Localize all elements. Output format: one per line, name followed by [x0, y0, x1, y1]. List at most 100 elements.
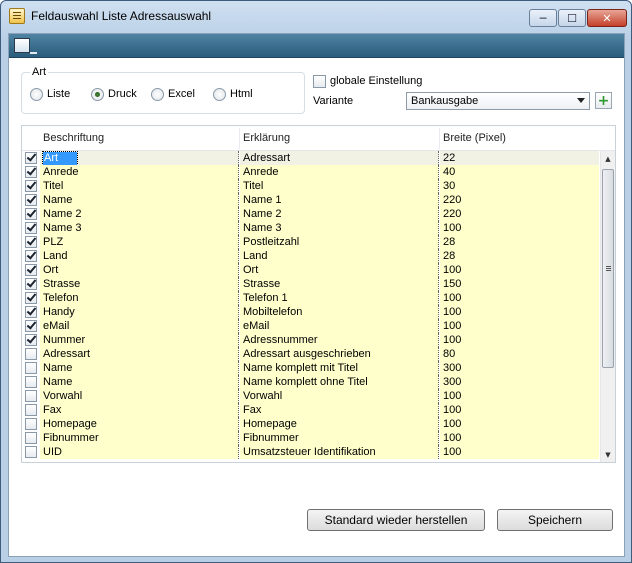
row-checkbox[interactable]: [25, 320, 37, 332]
cell-breite[interactable]: 150: [440, 277, 599, 291]
scroll-thumb[interactable]: [602, 169, 614, 368]
chevron-down-icon[interactable]: [577, 98, 585, 103]
radio-excel[interactable]: Excel: [151, 87, 195, 101]
table-row[interactable]: Land Land 28: [22, 249, 599, 263]
cell-breite[interactable]: 100: [440, 389, 599, 403]
cell-beschriftung[interactable]: eMail: [40, 319, 239, 333]
cell-beschriftung[interactable]: Name: [40, 361, 239, 375]
add-variante-button[interactable]: +: [595, 92, 612, 109]
cell-erklaerung[interactable]: Telefon 1: [240, 291, 439, 305]
cell-breite[interactable]: 100: [440, 319, 599, 333]
row-checkbox[interactable]: [25, 376, 37, 388]
cell-beschriftung[interactable]: Name 3: [40, 221, 239, 235]
cell-erklaerung[interactable]: Anrede: [240, 165, 439, 179]
cell-breite[interactable]: 300: [440, 361, 599, 375]
cell-breite[interactable]: 100: [440, 263, 599, 277]
cell-erklaerung[interactable]: Name 3: [240, 221, 439, 235]
cell-beschriftung[interactable]: Name: [40, 375, 239, 389]
table-row[interactable]: Homepage Homepage 100: [22, 417, 599, 431]
cell-beschriftung[interactable]: Fax: [40, 403, 239, 417]
radio-html-indicator[interactable]: [213, 87, 226, 101]
cell-erklaerung[interactable]: Name komplett ohne Titel: [240, 375, 439, 389]
vertical-scrollbar[interactable]: ▲ ▼: [600, 151, 615, 462]
table-row[interactable]: Fibnummer Fibnummer 100: [22, 431, 599, 445]
cell-erklaerung[interactable]: Mobiltelefon: [240, 305, 439, 319]
cell-beschriftung[interactable]: Handy: [40, 305, 239, 319]
radio-excel-indicator[interactable]: [151, 87, 164, 101]
row-checkbox[interactable]: [25, 152, 37, 164]
cell-beschriftung[interactable]: UID: [40, 445, 239, 459]
cell-breite[interactable]: 28: [440, 235, 599, 249]
header-divider[interactable]: [239, 128, 240, 149]
radio-html[interactable]: Html: [213, 87, 253, 101]
row-checkbox[interactable]: [25, 194, 37, 206]
table-row[interactable]: Strasse Strasse 150: [22, 277, 599, 291]
row-checkbox[interactable]: [25, 236, 37, 248]
table-row[interactable]: Name Name 1 220: [22, 193, 599, 207]
row-checkbox[interactable]: [25, 362, 37, 374]
row-checkbox[interactable]: [25, 278, 37, 290]
cell-erklaerung[interactable]: Adressart: [240, 151, 439, 165]
header-erklaerung[interactable]: Erklärung: [243, 132, 290, 144]
global-setting[interactable]: globale Einstellung: [313, 74, 422, 88]
cell-beschriftung[interactable]: Name: [40, 193, 239, 207]
table-row[interactable]: Nummer Adressnummer 100: [22, 333, 599, 347]
cell-erklaerung[interactable]: Fax: [240, 403, 439, 417]
cell-breite[interactable]: 30: [440, 179, 599, 193]
maximize-button[interactable]: ☐: [558, 9, 586, 27]
table-row[interactable]: Telefon Telefon 1 100: [22, 291, 599, 305]
row-checkbox[interactable]: [25, 334, 37, 346]
cell-erklaerung[interactable]: Land: [240, 249, 439, 263]
table-row[interactable]: Ort Ort 100: [22, 263, 599, 277]
close-button[interactable]: ✕: [587, 9, 627, 27]
cell-beschriftung[interactable]: Adressart: [40, 347, 239, 361]
cell-editor[interactable]: Art: [42, 151, 78, 165]
cell-breite[interactable]: 100: [440, 431, 599, 445]
cell-beschriftung[interactable]: Homepage: [40, 417, 239, 431]
table-row[interactable]: Name Name komplett ohne Titel 300: [22, 375, 599, 389]
cell-breite[interactable]: 220: [440, 193, 599, 207]
cell-erklaerung[interactable]: Titel: [240, 179, 439, 193]
header-divider[interactable]: [439, 128, 440, 149]
cell-breite[interactable]: 40: [440, 165, 599, 179]
table-row[interactable]: UID Umsatzsteuer Identifikation 100: [22, 445, 599, 459]
cell-breite[interactable]: 80: [440, 347, 599, 361]
cell-beschriftung[interactable]: Strasse: [40, 277, 239, 291]
radio-liste-indicator[interactable]: [30, 87, 43, 101]
cell-erklaerung[interactable]: Adressart ausgeschrieben: [240, 347, 439, 361]
table-row[interactable]: Anrede Anrede 40: [22, 165, 599, 179]
table-row[interactable]: Handy Mobiltelefon 100: [22, 305, 599, 319]
table-row[interactable]: Vorwahl Vorwahl 100: [22, 389, 599, 403]
table-row[interactable]: Art Adressart 22: [22, 151, 599, 165]
cell-beschriftung[interactable]: PLZ: [40, 235, 239, 249]
table-row[interactable]: eMail eMail 100: [22, 319, 599, 333]
table-row[interactable]: Fax Fax 100: [22, 403, 599, 417]
table-row[interactable]: Adressart Adressart ausgeschrieben 80: [22, 347, 599, 361]
scroll-down-icon[interactable]: ▼: [601, 447, 615, 462]
cell-erklaerung[interactable]: Ort: [240, 263, 439, 277]
row-checkbox[interactable]: [25, 432, 37, 444]
table-row[interactable]: Name 3 Name 3 100: [22, 221, 599, 235]
row-checkbox[interactable]: [25, 208, 37, 220]
table-row[interactable]: Name Name komplett mit Titel 300: [22, 361, 599, 375]
row-checkbox[interactable]: [25, 292, 37, 304]
row-checkbox[interactable]: [25, 306, 37, 318]
row-checkbox[interactable]: [25, 166, 37, 178]
cell-breite[interactable]: 28: [440, 249, 599, 263]
cell-breite[interactable]: 100: [440, 333, 599, 347]
cell-erklaerung[interactable]: Name 2: [240, 207, 439, 221]
row-checkbox[interactable]: [25, 264, 37, 276]
cell-breite[interactable]: 100: [440, 403, 599, 417]
cell-breite[interactable]: 100: [440, 417, 599, 431]
cell-beschriftung[interactable]: Ort: [40, 263, 239, 277]
table-row[interactable]: Name 2 Name 2 220: [22, 207, 599, 221]
row-checkbox[interactable]: [25, 404, 37, 416]
cell-breite[interactable]: 100: [440, 445, 599, 459]
radio-druck[interactable]: Druck: [91, 87, 137, 101]
table-row[interactable]: PLZ Postleitzahl 28: [22, 235, 599, 249]
row-checkbox[interactable]: [25, 222, 37, 234]
cell-breite[interactable]: 100: [440, 221, 599, 235]
restore-default-button[interactable]: Standard wieder herstellen: [307, 509, 485, 531]
row-checkbox[interactable]: [25, 348, 37, 360]
row-checkbox[interactable]: [25, 180, 37, 192]
